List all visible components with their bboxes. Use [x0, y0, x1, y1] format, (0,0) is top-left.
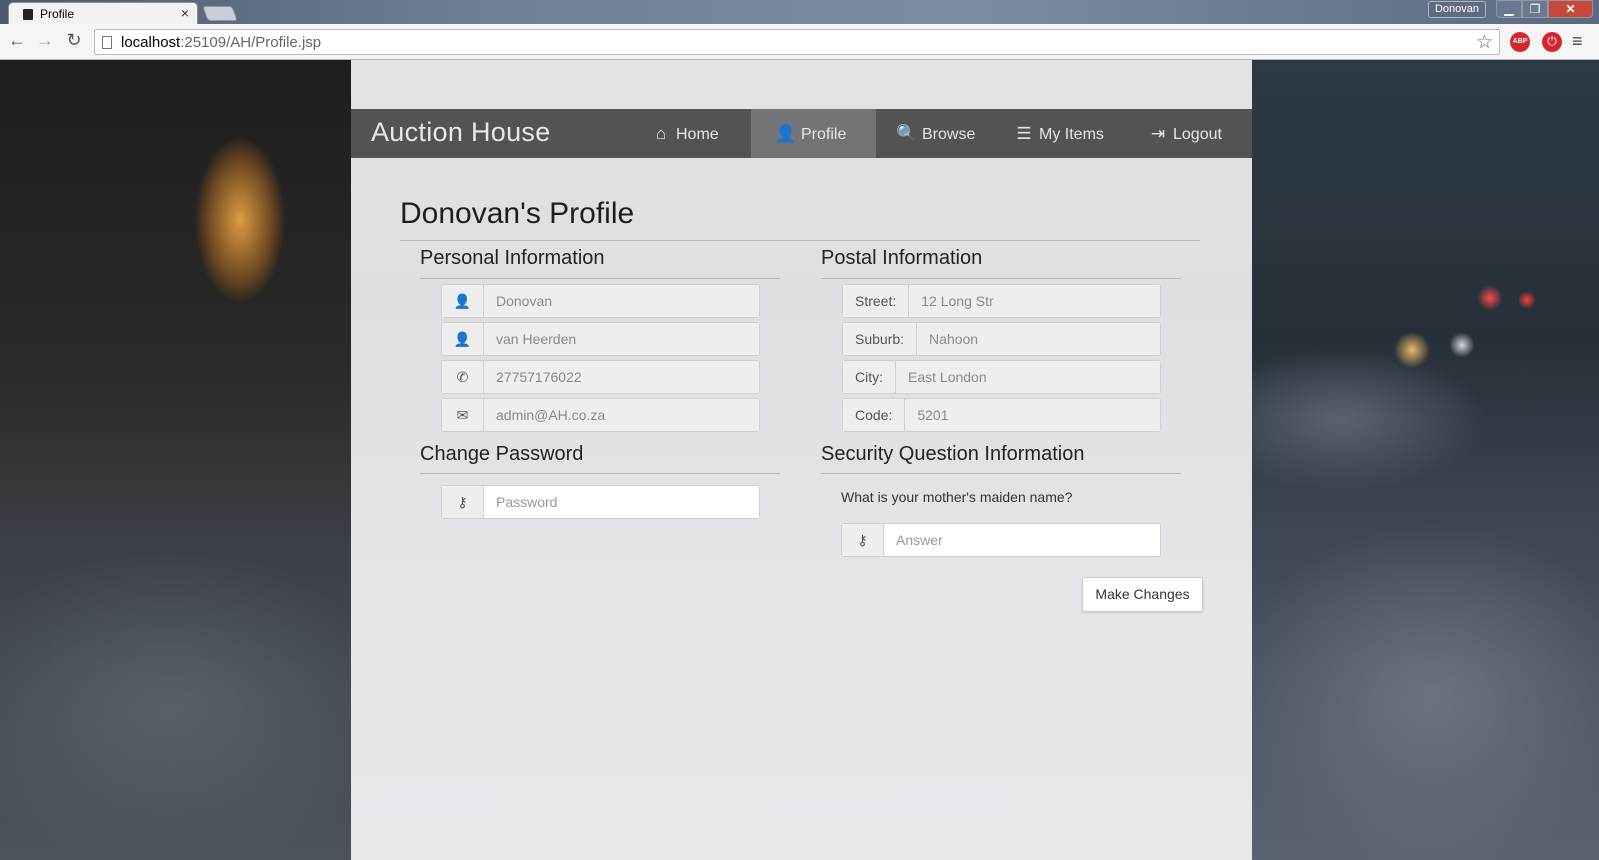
- list-icon: ☰: [1016, 124, 1032, 143]
- url-text[interactable]: localhost:25109/AH/Profile.jsp: [121, 34, 321, 51]
- background-photo-left: [0, 60, 351, 860]
- postal-info-heading: Postal Information: [821, 247, 983, 269]
- url-host: localhost: [121, 34, 181, 51]
- nav-profile-label: Profile: [801, 126, 847, 143]
- nav-my-items[interactable]: ☰ My Items: [1013, 109, 1104, 158]
- window-title-bar: Profile × Donovan ▁ ❐ ✕: [0, 0, 1599, 25]
- nav-logout-label: Logout: [1173, 126, 1222, 143]
- brand-logo[interactable]: Auction House: [371, 117, 551, 148]
- answer-input[interactable]: Answer: [884, 524, 1160, 556]
- page-icon: [102, 36, 112, 49]
- change-password-heading: Change Password: [420, 443, 584, 465]
- code-label: Code:: [843, 399, 906, 431]
- new-tab-button[interactable]: [202, 6, 238, 21]
- browser-profile-button[interactable]: Donovan: [1428, 1, 1486, 18]
- phone-field[interactable]: ✆ 27757176022: [441, 360, 760, 394]
- adblock-extension-icon[interactable]: ABP: [1510, 32, 1530, 52]
- nav-my-items-label: My Items: [1039, 126, 1104, 143]
- street-label: Street:: [843, 285, 910, 317]
- browser-tab[interactable]: Profile ×: [8, 2, 198, 25]
- nav-profile[interactable]: 👤 Profile: [751, 109, 876, 158]
- city-label: City:: [843, 361, 896, 393]
- suburb-label: Suburb:: [843, 323, 918, 355]
- nav-browse-label: Browse: [922, 126, 976, 143]
- tab-title: Profile: [40, 7, 75, 21]
- password-input[interactable]: Password: [484, 486, 759, 518]
- logout-icon: ⇥: [1150, 124, 1166, 143]
- last-name-value: van Heerden: [484, 323, 759, 355]
- url-path: :25109/AH/Profile.jsp: [180, 34, 322, 51]
- background-photo-right: [1252, 60, 1599, 860]
- email-field[interactable]: ✉ admin@AH.co.za: [441, 398, 760, 432]
- security-question-heading: Security Question Information: [821, 443, 1085, 465]
- first-name-field[interactable]: 👤 Donovan: [441, 284, 760, 318]
- maximize-button[interactable]: ❐: [1522, 0, 1548, 18]
- page-favicon-icon: [23, 9, 33, 20]
- browser-toolbar: ← → ↻ localhost:25109/AH/Profile.jsp ☆ A…: [0, 24, 1599, 60]
- city-field[interactable]: City: East London: [842, 360, 1161, 394]
- first-name-value: Donovan: [484, 285, 759, 317]
- nav-logout[interactable]: ⇥ Logout: [1147, 109, 1222, 158]
- security-question-text: What is your mother's maiden name?: [841, 489, 1073, 505]
- main-container: Auction House ⌂ Home 👤 Profile 🔍 Browse ☰ My…: [351, 60, 1252, 860]
- reload-icon[interactable]: ↻: [63, 30, 85, 51]
- security-question-divider: [821, 473, 1181, 474]
- forward-arrow-icon[interactable]: →: [34, 30, 56, 51]
- site-navbar: Auction House ⌂ Home 👤 Profile 🔍 Browse ☰ My…: [351, 109, 1252, 158]
- minimize-button[interactable]: ▁: [1496, 0, 1522, 18]
- page-viewport: Auction House ⌂ Home 👤 Profile 🔍 Browse ☰ My…: [0, 60, 1599, 860]
- street-value: 12 Long Str: [909, 285, 1160, 317]
- search-icon: 🔍: [896, 124, 918, 143]
- code-value: 5201: [905, 399, 1160, 431]
- nav-browse[interactable]: 🔍 Browse: [896, 109, 975, 158]
- phone-icon: ✆: [442, 361, 484, 393]
- user-icon: 👤: [775, 124, 797, 143]
- suburb-value: Nahoon: [917, 323, 1160, 355]
- email-value: admin@AH.co.za: [484, 399, 759, 431]
- page-title: Donovan's Profile: [400, 197, 635, 230]
- personal-info-divider: [420, 278, 780, 279]
- browser-menu-icon[interactable]: ≡: [1572, 31, 1583, 52]
- nav-home[interactable]: ⌂ Home: [650, 109, 719, 158]
- bookmark-star-icon[interactable]: ☆: [1476, 31, 1493, 54]
- nav-home-label: Home: [676, 126, 719, 143]
- close-window-button[interactable]: ✕: [1548, 0, 1593, 18]
- answer-field[interactable]: ⚷ Answer: [841, 523, 1161, 557]
- tab-close-icon[interactable]: ×: [181, 5, 189, 21]
- city-value: East London: [896, 361, 1160, 393]
- key-icon: ⚷: [842, 524, 884, 556]
- suburb-field[interactable]: Suburb: Nahoon: [842, 322, 1161, 356]
- title-divider: [400, 240, 1200, 241]
- back-arrow-icon[interactable]: ←: [6, 30, 28, 51]
- postal-info-divider: [821, 278, 1181, 279]
- last-name-field[interactable]: 👤 van Heerden: [441, 322, 760, 356]
- envelope-icon: ✉: [442, 399, 484, 431]
- street-field[interactable]: Street: 12 Long Str: [842, 284, 1161, 318]
- code-field[interactable]: Code: 5201: [842, 398, 1161, 432]
- change-password-divider: [420, 473, 780, 474]
- password-field[interactable]: ⚷ Password: [441, 485, 760, 519]
- power-extension-icon[interactable]: ⏻: [1542, 32, 1562, 52]
- phone-value: 27757176022: [484, 361, 759, 393]
- personal-info-heading: Personal Information: [420, 247, 605, 269]
- home-icon: ⌂: [655, 124, 667, 143]
- user-icon: 👤: [442, 285, 484, 317]
- key-icon: ⚷: [442, 486, 484, 518]
- address-bar[interactable]: localhost:25109/AH/Profile.jsp ☆: [94, 29, 1500, 55]
- user-icon: 👤: [442, 323, 484, 355]
- make-changes-button[interactable]: Make Changes: [1082, 577, 1203, 612]
